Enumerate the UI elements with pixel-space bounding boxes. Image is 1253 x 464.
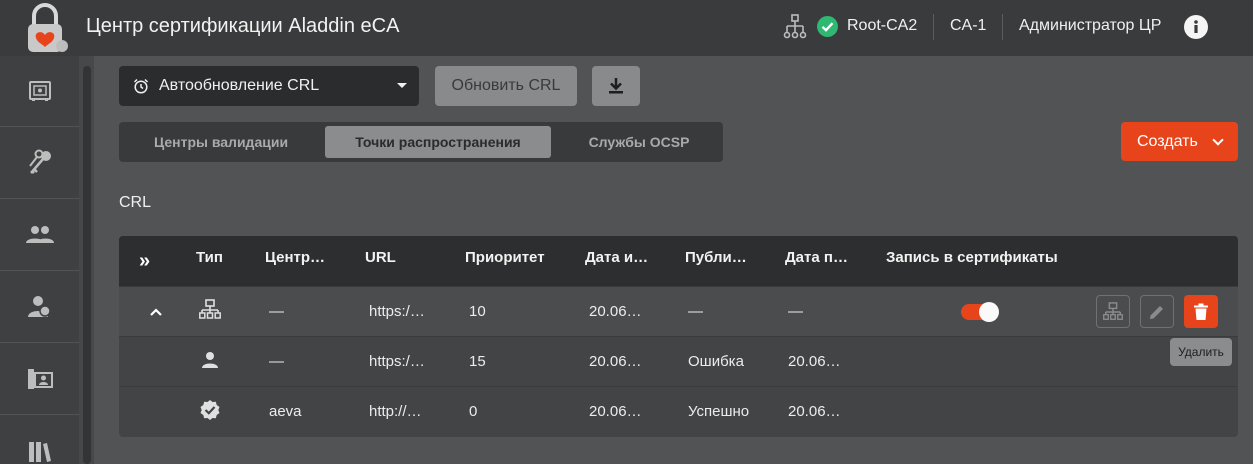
cell-url: https:/… <box>369 353 425 370</box>
table-header: » Тип Центр… URL Приоритет Дата и… Публи… <box>119 236 1238 286</box>
ca-selector[interactable]: CA-1 <box>950 17 986 35</box>
app-header: Центр сертификации Aladdin eCA Root-CA2 … <box>0 0 1253 56</box>
verified-icon <box>200 400 220 420</box>
hierarchy-action-button[interactable] <box>1096 295 1130 328</box>
cell-priority: 10 <box>469 303 486 320</box>
table-row[interactable]: aeva http://… 0 20.06… Успешно 20.06… <box>119 386 1238 436</box>
crl-table: » Тип Центр… URL Приоритет Дата и… Публи… <box>119 236 1238 437</box>
download-icon <box>609 78 623 94</box>
refresh-crl-button[interactable]: Обновить CRL <box>435 66 577 106</box>
info-icon[interactable] <box>1184 15 1208 39</box>
profile-card-icon <box>27 369 53 389</box>
column-header[interactable]: URL <box>365 249 396 266</box>
sidebar-item-library[interactable] <box>0 416 79 464</box>
cell-date: 20.06… <box>589 353 642 370</box>
chevron-up-icon[interactable] <box>146 303 166 323</box>
alarm-clock-icon <box>133 78 149 94</box>
cell-center: aeva <box>269 403 302 420</box>
pencil-icon <box>1150 305 1163 319</box>
cell-date: 20.06… <box>589 403 642 420</box>
toggle-knob <box>979 302 999 322</box>
cell-date: 20.06… <box>589 303 642 320</box>
column-header[interactable]: Тип <box>196 249 223 266</box>
column-header[interactable]: Запись в сертификаты <box>886 249 1058 266</box>
sidebar <box>0 56 79 464</box>
cell-url: http://… <box>369 403 422 420</box>
aladdin-lock-logo-icon <box>28 3 68 52</box>
table-row[interactable]: — https:/… 15 20.06… Ошибка 20.06… <box>119 336 1238 386</box>
header-divider <box>1002 14 1003 40</box>
tabs-bar: Центры валидации Точки распространения С… <box>119 122 723 162</box>
section-title: CRL <box>119 194 152 211</box>
trash-icon <box>1194 303 1208 320</box>
sidebar-item-user-certificates[interactable] <box>0 272 79 343</box>
column-header[interactable]: Приоритет <box>465 249 545 266</box>
keys-icon <box>28 149 51 174</box>
safe-icon <box>28 81 51 101</box>
chevron-down-icon <box>1212 134 1224 146</box>
column-header[interactable]: Публи… <box>685 249 747 266</box>
download-button[interactable] <box>592 66 640 106</box>
cell-publication: Ошибка <box>688 353 744 370</box>
user-menu[interactable]: Администратор ЦР <box>1019 17 1161 35</box>
cell-priority: 15 <box>469 353 486 370</box>
sidebar-item-profiles[interactable] <box>0 344 79 415</box>
cell-date: 20.06… <box>788 353 841 370</box>
delete-tooltip: Удалить <box>1170 338 1232 366</box>
sidebar-item-safe[interactable] <box>0 56 79 127</box>
cell-priority: 0 <box>469 403 478 420</box>
user-certificate-icon <box>27 296 51 317</box>
crl-autoupdate-dropdown[interactable]: Автообновление CRL <box>119 66 419 106</box>
root-ca-selector[interactable]: Root-CA2 <box>847 17 917 35</box>
network-hierarchy-icon <box>783 14 807 39</box>
create-button-label: Создать <box>1137 132 1198 150</box>
cell-publication: — <box>688 303 703 320</box>
expand-all-icon[interactable]: » <box>139 250 150 273</box>
app-title: Центр сертификации Aladdin eCA <box>86 15 400 37</box>
hierarchy-icon <box>199 299 221 319</box>
tab-validation-centers[interactable]: Центры валидации <box>123 126 319 158</box>
column-header[interactable]: Дата и… <box>585 249 648 266</box>
cell-date: — <box>788 303 803 320</box>
sidebar-item-users[interactable] <box>0 200 79 271</box>
create-button[interactable]: Создать <box>1121 122 1238 161</box>
tab-distribution-points[interactable]: Точки распространения <box>325 126 551 158</box>
person-icon <box>202 352 218 368</box>
users-icon <box>25 226 54 243</box>
delete-button[interactable] <box>1184 295 1218 328</box>
cell-publication: Успешно <box>688 403 750 420</box>
write-to-certificates-toggle[interactable] <box>961 302 999 322</box>
cell-center: — <box>269 303 284 320</box>
cell-date: 20.06… <box>788 403 841 420</box>
scrollbar-thumb[interactable] <box>83 66 91 464</box>
edit-button[interactable] <box>1140 295 1174 328</box>
books-icon <box>28 442 51 462</box>
caret-down-icon <box>397 83 407 88</box>
column-header[interactable]: Центр… <box>265 249 325 266</box>
cell-center: — <box>269 353 284 370</box>
sidebar-item-keys[interactable] <box>0 128 79 199</box>
tab-ocsp-services[interactable]: Службы OCSP <box>555 126 723 158</box>
table-row[interactable]: — https:/… 10 20.06… — — <box>119 286 1238 336</box>
column-header[interactable]: Дата п… <box>785 249 848 266</box>
cell-url: https:/… <box>369 303 425 320</box>
header-divider <box>933 14 934 40</box>
hierarchy-icon <box>1103 301 1123 320</box>
status-ok-icon <box>817 16 838 37</box>
crl-dropdown-label: Автообновление CRL <box>159 77 320 94</box>
